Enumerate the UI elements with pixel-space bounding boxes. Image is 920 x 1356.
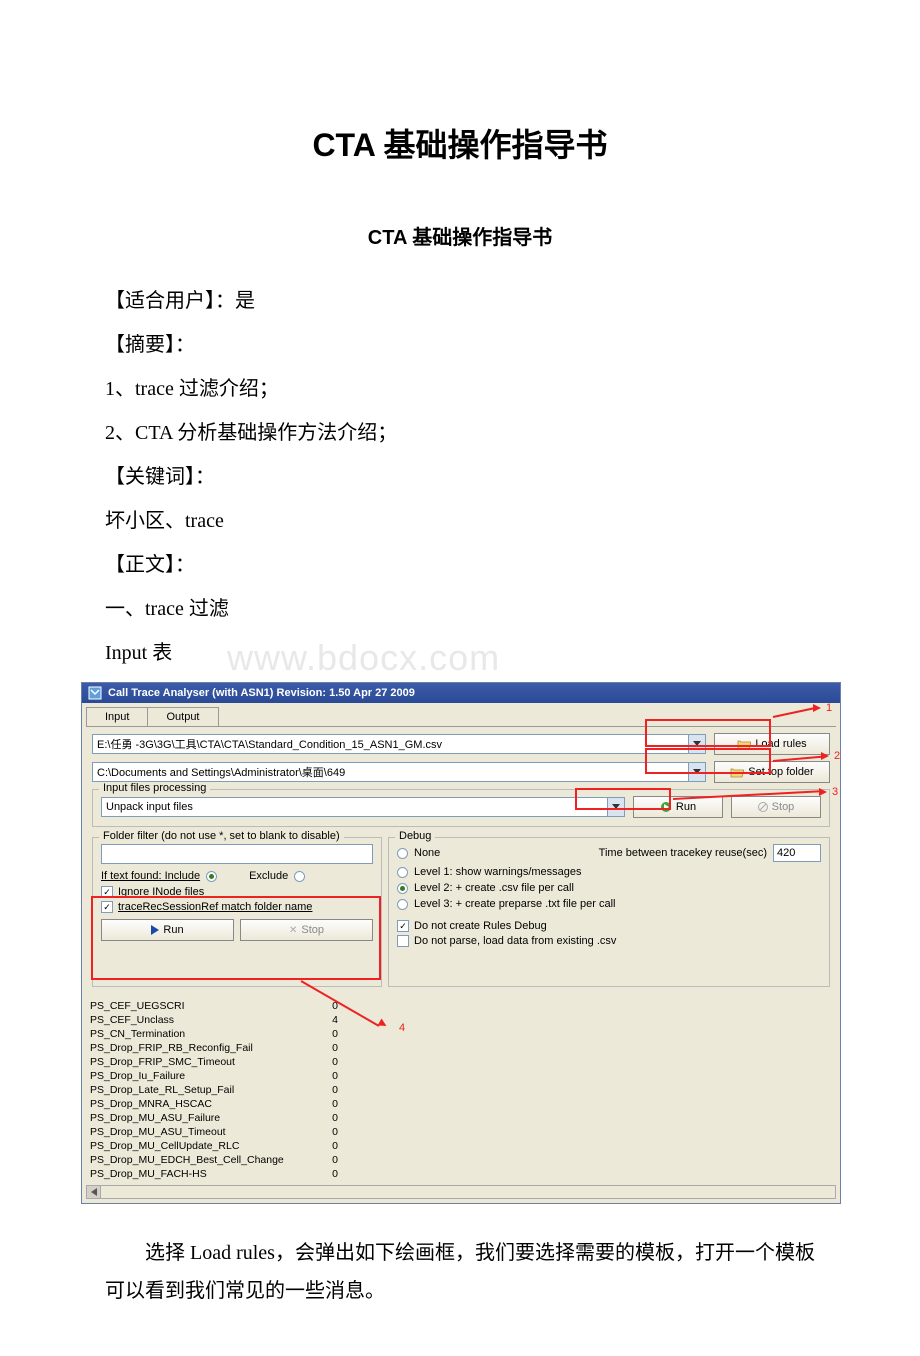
main-title: CTA 基础操作指导书 xyxy=(105,120,815,166)
dropdown-icon[interactable] xyxy=(688,762,706,782)
para-summary-1: 1、trace 过滤介绍； xyxy=(105,370,815,408)
filter-include-label: If text found: Include xyxy=(101,870,200,882)
result-value: 0 xyxy=(310,1125,338,1139)
result-value: 0 xyxy=(310,1027,338,1041)
result-value: 0 xyxy=(310,1111,338,1125)
folder-filter-legend: Folder filter (do not use *, set to blan… xyxy=(99,830,344,842)
result-name: PS_Drop_MU_CellUpdate_RLC xyxy=(90,1139,310,1153)
result-name: PS_Drop_FRIP_SMC_Timeout xyxy=(90,1055,310,1069)
debug-l2-radio[interactable] xyxy=(397,883,408,894)
load-rules-button[interactable]: Load rules xyxy=(714,733,830,755)
para-section-1: 一、trace 过滤 xyxy=(105,590,815,628)
result-value: 0 xyxy=(310,1041,338,1055)
debug-l2-label: Level 2: + create .csv file per call xyxy=(414,882,574,894)
tab-output[interactable]: Output xyxy=(147,707,218,726)
para-keywords-heading: 【关键词】： xyxy=(105,458,815,496)
app-screenshot: Call Trace Analyser (with ASN1) Revision… xyxy=(81,682,841,1204)
stop-button-bottom: ✕ Stop xyxy=(240,919,373,941)
result-value: 0 xyxy=(310,1167,338,1181)
debug-l3-radio[interactable] xyxy=(397,899,408,910)
debug-l3-label: Level 3: + create preparse .txt file per… xyxy=(414,898,615,910)
include-radio[interactable] xyxy=(206,871,217,882)
tracerec-label: traceRecSessionRef match folder name xyxy=(118,901,312,913)
no-parse-label: Do not parse, load data from existing .c… xyxy=(414,935,616,947)
result-name: PS_Drop_MU_ASU_Timeout xyxy=(90,1125,310,1139)
run-button-top[interactable]: Run xyxy=(633,796,723,818)
scroll-left-icon[interactable] xyxy=(87,1186,101,1198)
debug-l1-label: Level 1: show warnings/messages xyxy=(414,866,582,878)
para-summary-heading: 【摘要】： xyxy=(105,326,815,364)
sub-title: CTA 基础操作指导书 xyxy=(105,221,815,250)
result-name: PS_Drop_Iu_Failure xyxy=(90,1069,310,1083)
result-name: PS_CEF_UEGSCRI xyxy=(90,999,310,1013)
result-value: 0 xyxy=(310,1153,338,1167)
para-after-screenshot: 选择 Load rules，会弹出如下绘画框，我们要选择需要的模板，打开一个模板… xyxy=(105,1234,815,1310)
dropdown-icon[interactable] xyxy=(607,797,625,817)
stop-icon xyxy=(758,802,768,812)
input-files-legend: Input files processing xyxy=(99,782,210,794)
result-name: PS_Drop_FRIP_RB_Reconfig_Fail xyxy=(90,1041,310,1055)
stop-button-top: Stop xyxy=(731,796,821,818)
filter-text-input[interactable] xyxy=(101,844,373,864)
para-keywords: 坏小区、trace xyxy=(105,502,815,540)
para-user: 【适合用户】：是 xyxy=(105,282,815,320)
result-value: 0 xyxy=(310,1139,338,1153)
debug-none-radio[interactable] xyxy=(397,848,408,859)
folder-open-icon xyxy=(730,766,744,778)
rules-path-combo[interactable] xyxy=(92,734,706,754)
set-top-folder-button[interactable]: Set top folder xyxy=(714,761,830,783)
debug-time-label: Time between tracekey reuse(sec) xyxy=(599,847,767,859)
unpack-combo[interactable] xyxy=(101,797,625,817)
result-value: 0 xyxy=(310,1055,338,1069)
top-folder-input[interactable] xyxy=(92,762,688,782)
ignore-inode-label: Ignore INode files xyxy=(118,886,204,898)
run-button-bottom[interactable]: Run xyxy=(101,919,234,941)
unpack-input[interactable] xyxy=(101,797,607,817)
result-name: PS_Drop_MU_ASU_Failure xyxy=(90,1111,310,1125)
para-body-heading: 【正文】： xyxy=(105,546,815,584)
rules-path-input[interactable] xyxy=(92,734,688,754)
no-rules-debug-label: Do not create Rules Debug xyxy=(414,920,547,932)
para-input-table: Input 表 xyxy=(105,642,172,664)
para-summary-2: 2、CTA 分析基础操作方法介绍； xyxy=(105,414,815,452)
debug-none-label: None xyxy=(414,847,440,859)
tracekey-time-input[interactable] xyxy=(773,844,821,862)
debug-legend: Debug xyxy=(395,830,435,842)
result-value: 0 xyxy=(310,1083,338,1097)
window-title-bar: Call Trace Analyser (with ASN1) Revision… xyxy=(82,683,840,703)
play-icon xyxy=(151,925,159,935)
ignore-inode-checkbox[interactable]: ✓ xyxy=(101,886,113,898)
debug-l1-radio[interactable] xyxy=(397,867,408,878)
filter-exclude-label: Exclude xyxy=(249,870,288,882)
result-name: PS_Drop_MU_EDCH_Best_Cell_Change xyxy=(90,1153,310,1167)
result-name: PS_Drop_MU_FACH-HS xyxy=(90,1167,310,1181)
horizontal-scrollbar[interactable] xyxy=(86,1185,836,1199)
result-name: PS_Drop_MNRA_HSCAC xyxy=(90,1097,310,1111)
result-value: 0 xyxy=(310,999,338,1013)
folder-open-icon xyxy=(737,738,751,750)
window-title: Call Trace Analyser (with ASN1) Revision… xyxy=(108,687,415,699)
no-rules-debug-checkbox[interactable]: ✓ xyxy=(397,920,409,932)
result-value: 0 xyxy=(310,1069,338,1083)
top-folder-combo[interactable] xyxy=(92,762,706,782)
result-value: 0 xyxy=(310,1097,338,1111)
no-parse-checkbox[interactable] xyxy=(397,935,409,947)
app-icon xyxy=(88,686,102,700)
result-name: PS_CN_Termination xyxy=(90,1027,310,1041)
exclude-radio[interactable] xyxy=(294,871,305,882)
tracerec-checkbox[interactable]: ✓ xyxy=(101,901,113,913)
result-value: 4 xyxy=(310,1013,338,1027)
tab-input[interactable]: Input xyxy=(86,707,148,726)
result-name: PS_CEF_Unclass xyxy=(90,1013,310,1027)
results-list: PS_CEF_UEGSCRIPS_CEF_UnclassPS_CN_Termin… xyxy=(82,995,840,1185)
result-name: PS_Drop_Late_RL_Setup_Fail xyxy=(90,1083,310,1097)
run-icon xyxy=(660,801,672,813)
dropdown-icon[interactable] xyxy=(688,734,706,754)
